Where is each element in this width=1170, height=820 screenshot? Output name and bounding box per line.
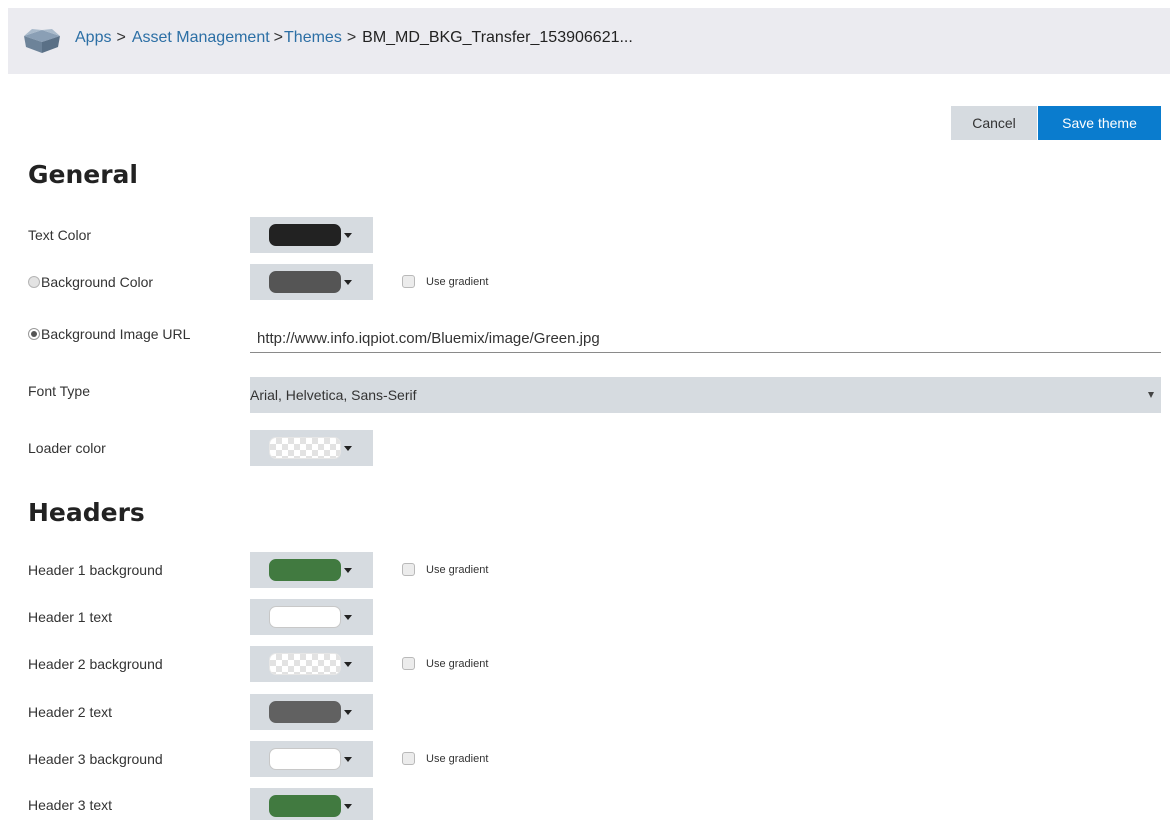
color-swatch (269, 748, 341, 770)
font-type-select[interactable]: Arial, Helvetica, Sans-Serif (250, 377, 1161, 413)
header-2-gradient-option[interactable]: Use gradient (402, 657, 488, 670)
header-2-background-picker[interactable] (250, 646, 373, 682)
color-swatch (269, 606, 341, 628)
transparent-swatch (269, 653, 341, 675)
breadcrumb-asset-management[interactable]: Asset Management (132, 29, 270, 47)
chevron-down-icon (344, 233, 352, 238)
use-gradient-checkbox[interactable] (402, 752, 415, 765)
header-1-text-label: Header 1 text (28, 609, 113, 625)
breadcrumb-apps[interactable]: Apps (75, 29, 111, 47)
breadcrumb-themes[interactable]: Themes (284, 29, 342, 47)
save-theme-button[interactable]: Save theme (1038, 106, 1161, 140)
background-color-radio[interactable] (28, 276, 40, 288)
breadcrumb: Apps > Asset Management > Themes > BM_MD… (75, 29, 633, 47)
chevron-down-icon (344, 662, 352, 667)
use-gradient-label: Use gradient (426, 275, 489, 288)
use-gradient-checkbox[interactable] (402, 657, 415, 670)
background-image-option[interactable]: Background Image URL (28, 324, 190, 344)
header-2-background-label: Header 2 background (28, 656, 163, 672)
chevron-down-icon (344, 615, 352, 620)
font-type-value: Arial, Helvetica, Sans-Serif (250, 387, 417, 403)
background-image-radio[interactable] (28, 328, 40, 340)
header-1-background-picker[interactable] (250, 552, 373, 588)
chevron-down-icon (344, 804, 352, 809)
header-3-gradient-option[interactable]: Use gradient (402, 752, 488, 765)
color-swatch (269, 559, 341, 581)
header-2-text-picker[interactable] (250, 694, 373, 730)
background-gradient-option[interactable]: Use gradient (402, 275, 488, 288)
transparent-swatch (269, 437, 341, 459)
header-2-text-label: Header 2 text (28, 704, 113, 720)
color-swatch (269, 701, 341, 723)
header-3-background-picker[interactable] (250, 741, 373, 777)
chevron-down-icon (344, 568, 352, 573)
color-swatch (269, 271, 341, 293)
background-color-label: Background Color (41, 274, 154, 290)
general-section-title: General (28, 160, 138, 189)
breadcrumb-bar: Apps > Asset Management > Themes > BM_MD… (8, 8, 1170, 74)
color-swatch (269, 224, 341, 246)
background-image-label: Background Image URL (41, 326, 191, 342)
use-gradient-checkbox[interactable] (402, 275, 415, 288)
breadcrumb-separator: > (116, 29, 126, 46)
use-gradient-checkbox[interactable] (402, 563, 415, 576)
header-1-gradient-option[interactable]: Use gradient (402, 563, 488, 576)
font-type-label: Font Type (28, 383, 91, 399)
background-image-url-input[interactable]: http://www.info.iqpiot.com/Bluemix/image… (250, 321, 1161, 353)
headers-section-title: Headers (28, 498, 145, 527)
cancel-button[interactable]: Cancel (951, 106, 1037, 140)
breadcrumb-separator: > (346, 29, 357, 46)
breadcrumb-current: BM_MD_BKG_Transfer_153906621... (362, 29, 633, 46)
use-gradient-label: Use gradient (426, 752, 489, 765)
header-3-text-picker[interactable] (250, 788, 373, 820)
loader-color-picker[interactable] (250, 430, 373, 466)
loader-color-label: Loader color (28, 440, 106, 456)
header-1-background-label: Header 1 background (28, 562, 163, 578)
header-1-text-picker[interactable] (250, 599, 373, 635)
text-color-label: Text Color (28, 227, 92, 243)
chevron-down-icon (1148, 392, 1154, 398)
use-gradient-label: Use gradient (426, 657, 489, 670)
chevron-down-icon (344, 757, 352, 762)
background-color-picker[interactable] (250, 264, 373, 300)
background-color-option[interactable]: Background Color (28, 272, 153, 292)
header-3-text-label: Header 3 text (28, 797, 113, 813)
chevron-down-icon (344, 446, 352, 451)
header-3-background-label: Header 3 background (28, 751, 163, 767)
app-box-icon[interactable] (22, 27, 62, 53)
breadcrumb-separator: > (273, 29, 284, 46)
use-gradient-label: Use gradient (426, 563, 489, 576)
chevron-down-icon (344, 710, 352, 715)
chevron-down-icon (344, 280, 352, 285)
color-swatch (269, 795, 341, 817)
text-color-picker[interactable] (250, 217, 373, 253)
background-image-url-value: http://www.info.iqpiot.com/Bluemix/image… (257, 330, 600, 347)
